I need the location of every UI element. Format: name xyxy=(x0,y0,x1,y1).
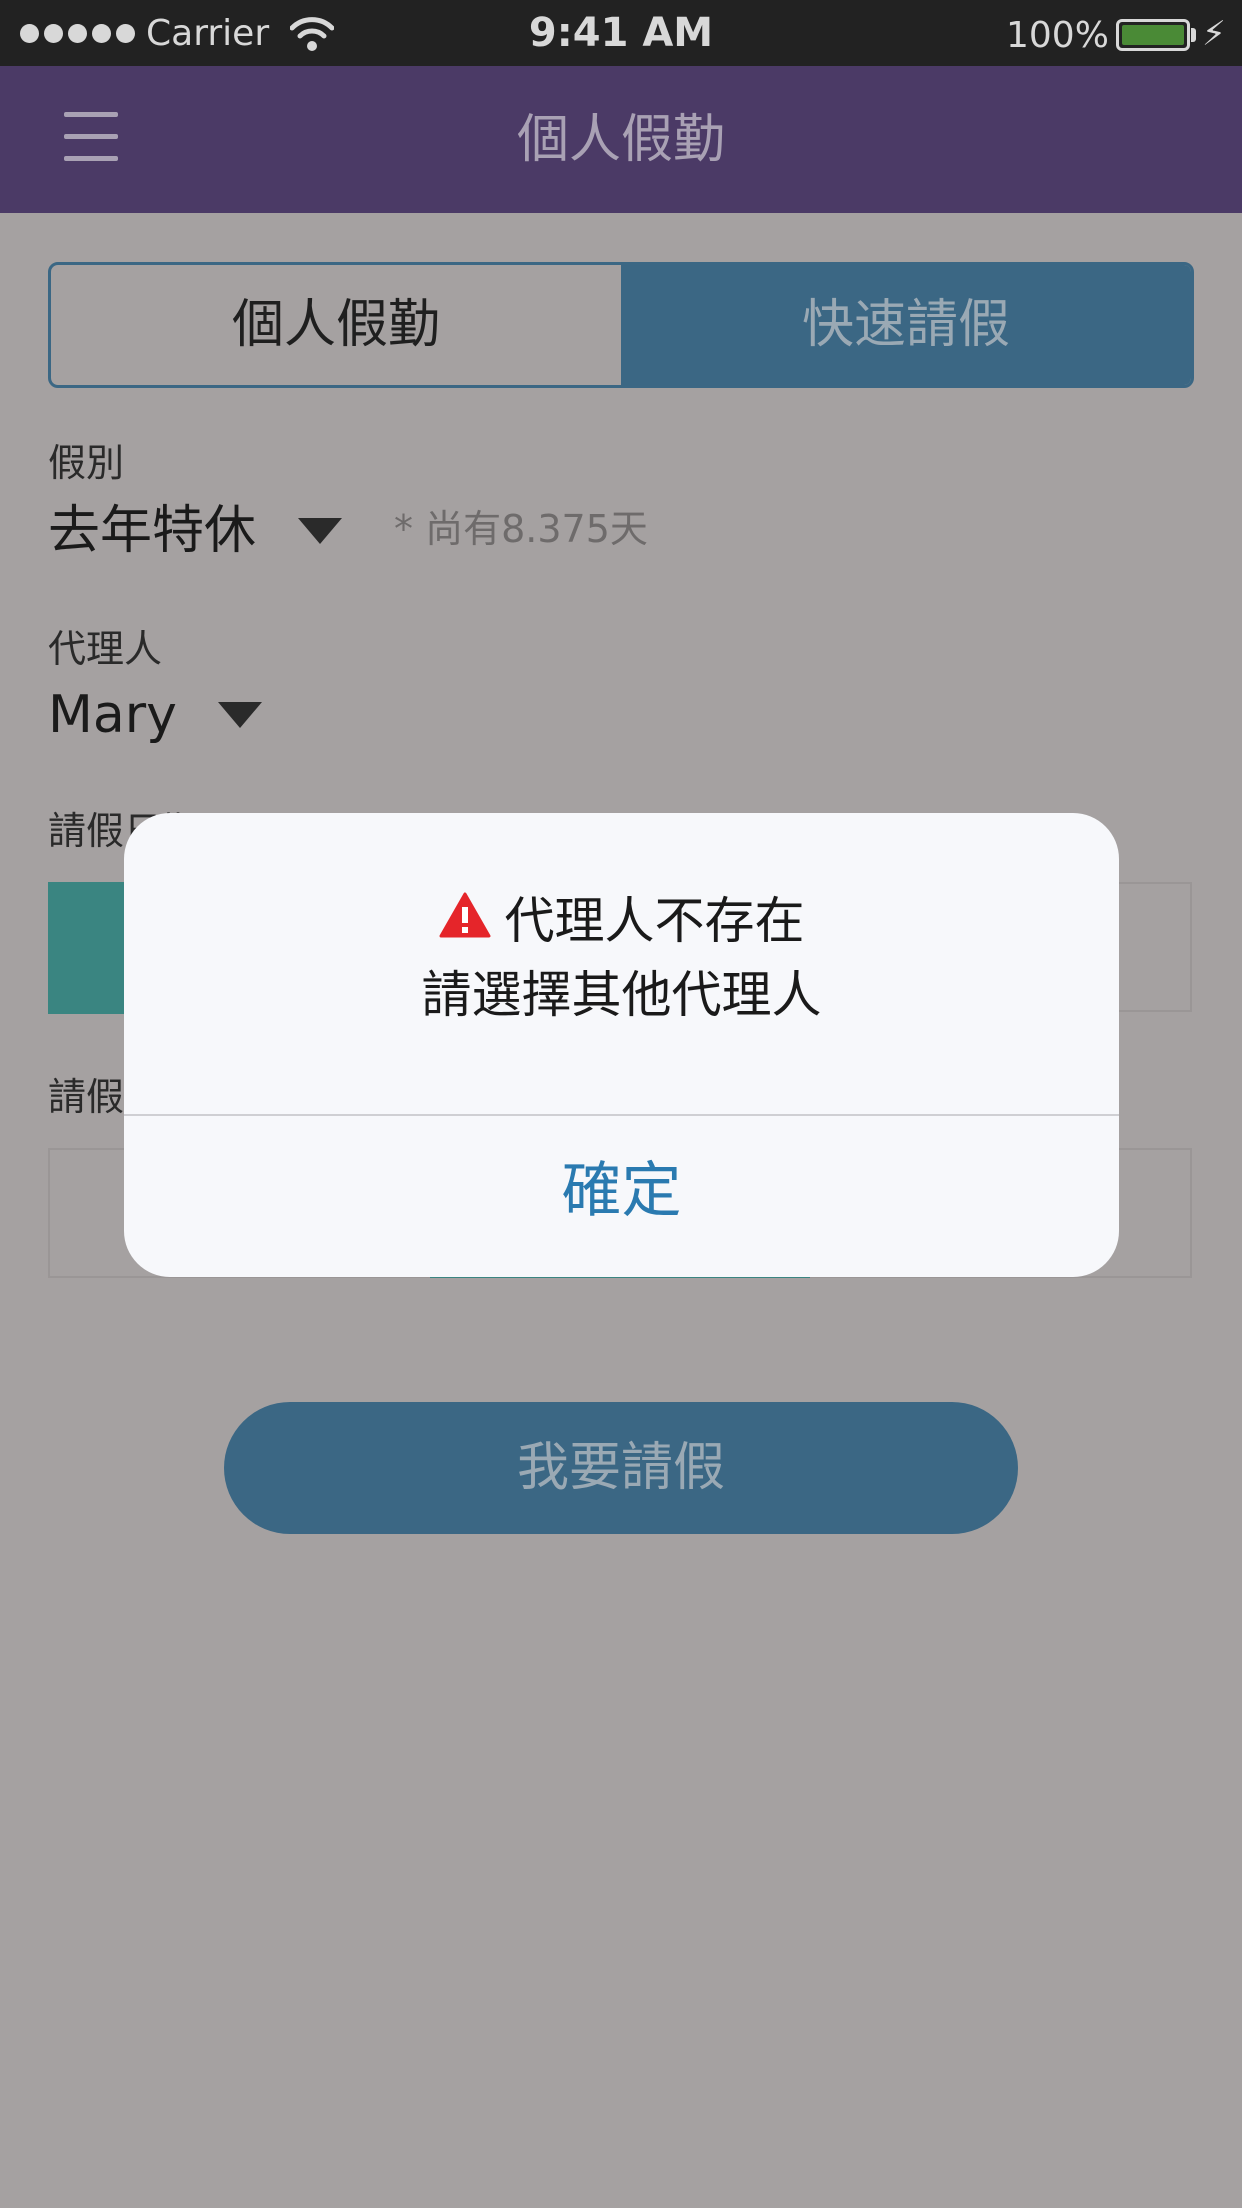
confirm-button[interactable]: 確定 xyxy=(124,1116,1119,1277)
battery-percent: 100% xyxy=(1006,15,1109,56)
leave-type-value[interactable]: 去年特休 xyxy=(48,500,256,562)
leave-type-label: 假別 xyxy=(48,441,125,485)
alert-dialog: 代理人不存在 請選擇其他代理人 確定 xyxy=(124,813,1119,1277)
alert-message-line2: 請選擇其他代理人 xyxy=(421,966,822,1024)
charging-icon: ⚡ xyxy=(1202,14,1226,54)
date-selected-indicator xyxy=(48,882,132,1014)
nav-bar: 個人假勤 xyxy=(0,66,1242,213)
battery-cap xyxy=(1191,28,1196,42)
agent-label: 代理人 xyxy=(48,627,163,671)
alert-message-line1: 代理人不存在 xyxy=(124,889,1119,953)
page-title: 個人假勤 xyxy=(516,110,725,170)
warning-icon xyxy=(439,889,491,953)
leave-type-dropdown-icon[interactable] xyxy=(298,518,342,544)
submit-leave-button[interactable]: 我要請假 xyxy=(224,1402,1018,1534)
leave-time-label: 請假 xyxy=(48,1075,125,1119)
agent-dropdown-icon[interactable] xyxy=(218,702,262,728)
tab-quick-leave[interactable]: 快速請假 xyxy=(621,265,1191,385)
segmented-control: 個人假勤 快速請假 xyxy=(48,262,1194,388)
leave-balance-hint: * 尚有8.375天 xyxy=(394,507,648,551)
battery-icon xyxy=(1116,19,1190,51)
alert-title-text: 代理人不存在 xyxy=(504,892,805,950)
status-bar: Carrier 9:41 AM 100% ⚡ xyxy=(0,0,1242,66)
tab-personal-attendance[interactable]: 個人假勤 xyxy=(51,265,621,385)
agent-value[interactable]: Mary xyxy=(48,684,177,746)
